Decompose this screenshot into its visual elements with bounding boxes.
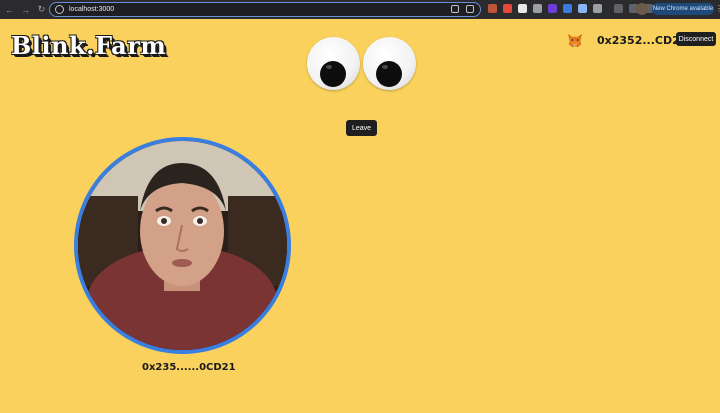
extension-icon[interactable]	[548, 4, 557, 13]
participant-video-feed	[78, 141, 287, 350]
extension-icon[interactable]	[533, 4, 542, 13]
address-bar[interactable]: localhost:3000	[49, 2, 481, 17]
wallet-address: 0x2352...CD21	[597, 34, 688, 47]
extension-icon[interactable]	[503, 4, 512, 13]
metamask-fox-icon	[567, 33, 583, 48]
app-logo[interactable]: Blink.Farm	[11, 31, 166, 60]
pupil	[376, 61, 402, 87]
googly-eye-left	[307, 37, 360, 90]
reload-icon[interactable]: ↻	[35, 3, 48, 16]
extension-icon[interactable]	[488, 4, 497, 13]
pupil	[320, 61, 346, 87]
menu-kebab-icon[interactable]: ⋮	[715, 4, 720, 13]
disconnect-button[interactable]: Disconnect	[676, 32, 716, 46]
extension-icon[interactable]	[518, 4, 527, 13]
chrome-update-button[interactable]: New Chrome available	[652, 3, 714, 15]
participant-video	[74, 137, 291, 354]
profile-avatar[interactable]	[636, 3, 648, 15]
url-text[interactable]: localhost:3000	[69, 6, 114, 13]
googly-eye-right	[363, 37, 416, 90]
omnibox-actions	[451, 5, 474, 13]
leave-button[interactable]: Leave	[346, 120, 377, 136]
tab-search-icon[interactable]	[614, 4, 623, 13]
extension-icon[interactable]	[563, 4, 572, 13]
extension-icon[interactable]	[578, 4, 587, 13]
cast-icon[interactable]	[451, 5, 459, 13]
back-arrow-icon[interactable]: ←	[3, 3, 16, 16]
participant-face-image	[78, 141, 287, 350]
forward-arrow-icon[interactable]: →	[19, 3, 32, 16]
extensions-row	[488, 4, 653, 13]
bookmark-star-icon[interactable]	[466, 5, 474, 13]
puzzle-icon[interactable]	[593, 4, 602, 13]
site-info-icon[interactable]	[55, 5, 64, 14]
participant-address: 0x235......0CD21	[142, 362, 236, 373]
